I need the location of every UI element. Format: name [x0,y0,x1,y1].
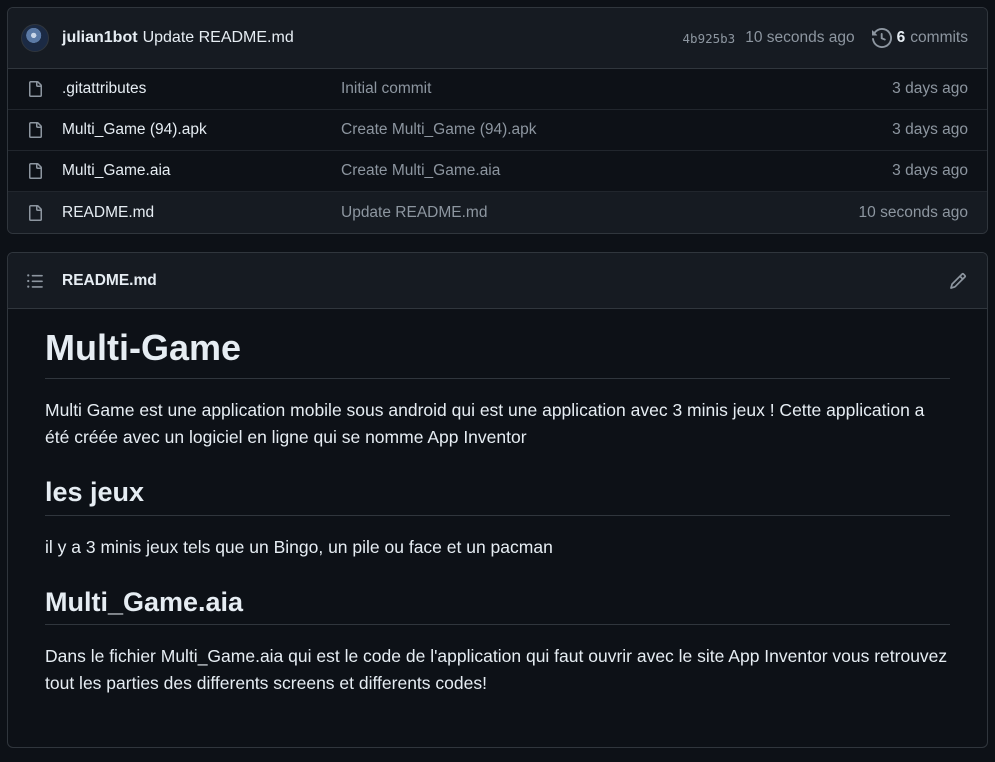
readme-paragraph-aia: Dans le fichier Multi_Game.aia qui est l… [45,646,948,694]
commit-author-link[interactable]: julian1bot [62,29,138,47]
file-icon [27,80,43,98]
commit-message-link[interactable]: Update README.md [143,29,294,47]
file-age: 3 days ago [892,80,968,97]
file-row[interactable]: .gitattributes Initial commit 3 days ago [8,69,987,110]
commits-history-link[interactable]: 6 commits [871,28,968,48]
file-icon [27,204,43,222]
file-row[interactable]: Multi_Game (94).apk Create Multi_Game (9… [8,110,987,151]
file-name-link[interactable]: .gitattributes [62,80,341,98]
file-icon [27,121,43,139]
file-listing: julian1bot Update README.md 4b925b3 10 s… [7,7,988,234]
readme-filename-link[interactable]: README.md [62,272,949,290]
pencil-icon[interactable] [949,272,967,290]
file-age: 3 days ago [892,121,968,138]
file-commit-link[interactable]: Update README.md [341,204,859,222]
file-age: 3 days ago [892,162,968,179]
file-commit-link[interactable]: Initial commit [341,80,892,98]
readme-header: README.md [8,253,987,309]
file-row[interactable]: Multi_Game.aia Create Multi_Game.aia 3 d… [8,151,987,192]
latest-commit-bar: julian1bot Update README.md 4b925b3 10 s… [8,8,987,69]
avatar[interactable] [21,24,49,52]
commits-label: commits [910,29,968,46]
file-name-link[interactable]: Multi_Game (94).apk [62,121,341,139]
commits-count: 6 [896,29,906,46]
file-age: 10 seconds ago [858,203,968,221]
file-icon [27,162,43,180]
list-unordered-icon[interactable] [26,272,44,290]
readme-paragraph-intro: Multi Game est une application mobile so… [45,400,925,448]
commit-sha-link[interactable]: 4b925b3 [683,31,736,46]
commit-time: 10 seconds ago [745,29,855,46]
readme-heading-title: Multi-Game [45,327,950,380]
readme-heading-jeux: les jeux [45,476,950,516]
file-commit-link[interactable]: Create Multi_Game (94).apk [341,121,892,139]
readme-paragraph-jeux: il y a 3 minis jeux tels que un Bingo, u… [45,536,553,557]
file-row[interactable]: README.md Update README.md 10 seconds ag… [8,192,987,233]
readme-panel: README.md Multi-Game Multi Game est une … [7,252,988,748]
readme-heading-aia: Multi_Game.aia [45,586,950,626]
file-name-link[interactable]: Multi_Game.aia [62,162,341,180]
file-commit-link[interactable]: Create Multi_Game.aia [341,162,892,180]
history-icon [871,28,892,48]
file-name-link[interactable]: README.md [62,204,341,222]
readme-content: Multi-Game Multi Game est une applicatio… [8,309,987,697]
